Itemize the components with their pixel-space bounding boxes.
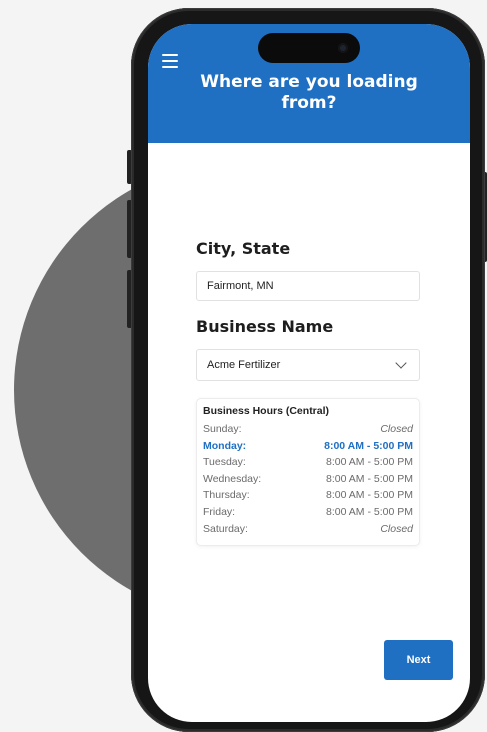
- hours-day: Friday:: [203, 505, 236, 518]
- hours-time: 8:00 AM - 5:00 PM: [324, 439, 413, 452]
- front-camera-icon: [338, 43, 348, 53]
- hours-row-wednesday: Wednesday: 8:00 AM - 5:00 PM: [203, 471, 413, 488]
- business-hours-title: Business Hours (Central): [203, 405, 330, 417]
- hours-row-sunday: Sunday: Closed: [203, 421, 413, 438]
- hours-day: Wednesday:: [203, 472, 262, 485]
- chevron-down-icon: [395, 357, 407, 369]
- hours-time: Closed: [380, 522, 413, 535]
- hours-row-friday: Friday: 8:00 AM - 5:00 PM: [203, 504, 413, 521]
- hours-day: Saturday:: [203, 522, 248, 535]
- business-name-label: Business Name: [196, 317, 334, 336]
- page-title: Where are you loading from?: [200, 72, 418, 113]
- business-name-selected-value: Acme Fertilizer: [207, 359, 281, 371]
- hours-time: 8:00 AM - 5:00 PM: [326, 489, 413, 502]
- hamburger-menu-icon[interactable]: [162, 54, 178, 68]
- hours-time: 8:00 AM - 5:00 PM: [326, 505, 413, 518]
- hours-day: Tuesday:: [203, 456, 246, 469]
- hours-row-monday: Monday: 8:00 AM - 5:00 PM: [203, 438, 413, 455]
- city-state-input[interactable]: [196, 271, 420, 301]
- hours-time: 8:00 AM - 5:00 PM: [326, 456, 413, 469]
- business-name-select[interactable]: Acme Fertilizer: [196, 349, 420, 381]
- phone-screen: Where are you loading from? City, State …: [148, 24, 470, 722]
- hours-time: 8:00 AM - 5:00 PM: [326, 472, 413, 485]
- hours-day: Sunday:: [203, 423, 242, 435]
- hours-row-thursday: Thursday: 8:00 AM - 5:00 PM: [203, 487, 413, 504]
- next-button[interactable]: Next: [384, 640, 453, 680]
- hours-time: Closed: [380, 423, 413, 435]
- business-hours-card: Business Hours (Central) Sunday: Closed …: [196, 398, 420, 546]
- hours-row-tuesday: Tuesday: 8:00 AM - 5:00 PM: [203, 454, 413, 471]
- dynamic-island: [258, 33, 360, 63]
- hours-day: Monday:: [203, 439, 247, 452]
- city-state-label: City, State: [196, 239, 291, 258]
- hours-day: Thursday:: [203, 489, 250, 502]
- hours-row-saturday: Saturday: Closed: [203, 521, 413, 538]
